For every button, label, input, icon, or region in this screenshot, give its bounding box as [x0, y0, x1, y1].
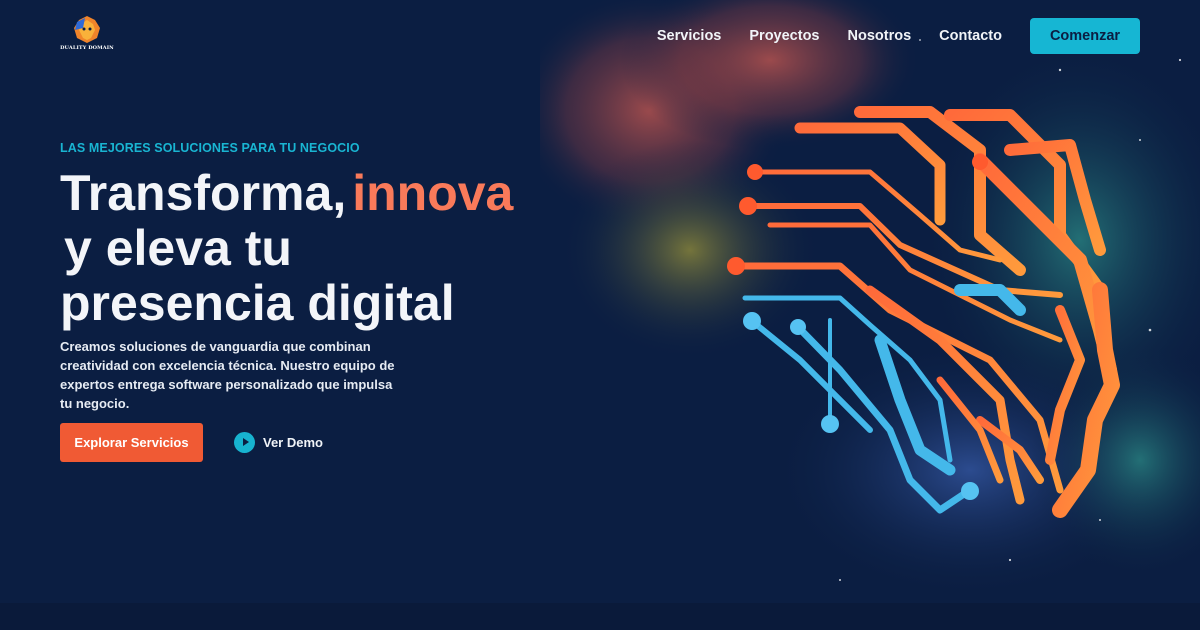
headline-part3: presencia digital	[60, 275, 455, 331]
hero-eyebrow: LAS MEJORES SOLUCIONES PARA TU NEGOCIO	[60, 141, 360, 155]
bottom-band	[0, 603, 1200, 630]
hero-description: Creamos soluciones de vanguardia que com…	[60, 339, 395, 411]
nav-item-nosotros[interactable]: Nosotros	[848, 28, 912, 44]
main-nav: Servicios Proyectos Nosotros Contacto Co…	[657, 18, 1140, 54]
hero-illustration	[540, 0, 1200, 605]
nav-item-proyectos[interactable]: Proyectos	[749, 28, 819, 44]
comenzar-button[interactable]: Comenzar	[1030, 18, 1140, 54]
explorar-servicios-button[interactable]: Explorar Servicios	[60, 423, 203, 462]
brand-logo[interactable]: DUALITY DOMAIN	[58, 14, 116, 58]
ver-demo-label: Ver Demo	[263, 434, 323, 450]
play-icon	[234, 431, 255, 453]
headline-accent: innova	[352, 165, 514, 221]
nav-item-contacto[interactable]: Contacto	[939, 28, 1002, 44]
nav-item-servicios[interactable]: Servicios	[657, 28, 722, 44]
ver-demo-button[interactable]: Ver Demo	[234, 431, 323, 453]
logo-text: DUALITY DOMAIN	[60, 45, 114, 51]
lion-head-logo	[74, 16, 100, 43]
hero-headline: Transforma, innova y eleva tu presencia d…	[60, 166, 560, 331]
headline-part1: Transforma,	[60, 165, 347, 221]
circuit-face-illustration	[540, 0, 1200, 600]
headline-part2: y eleva tu	[64, 220, 292, 276]
